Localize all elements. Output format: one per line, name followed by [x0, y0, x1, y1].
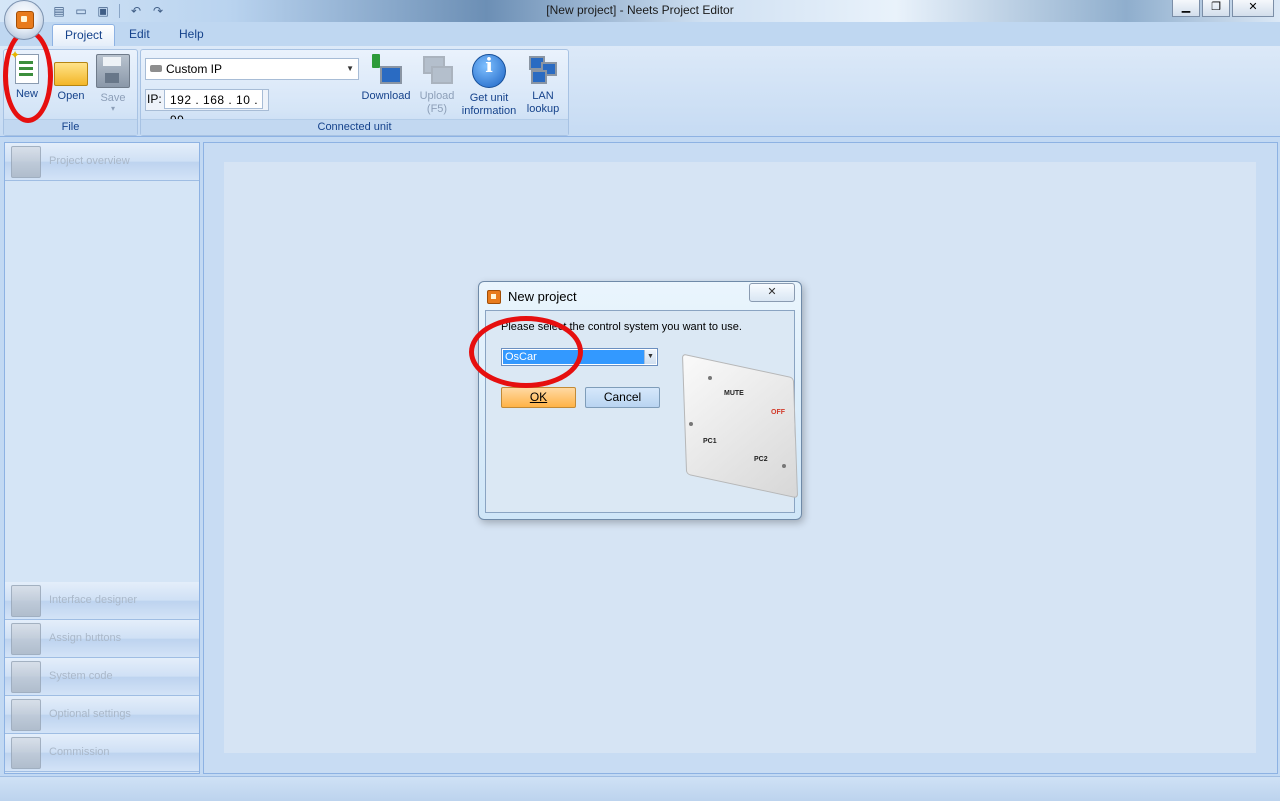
nav-interface-designer[interactable]: Interface designer	[5, 582, 199, 620]
save-button[interactable]: Save ▾	[96, 54, 130, 113]
annotation-circle-system	[469, 316, 583, 388]
tab-project[interactable]: Project	[52, 24, 116, 47]
navigation-panel: Project overview Interface designer Assi…	[4, 142, 200, 774]
nav-project-overview[interactable]: Project overview	[5, 143, 199, 181]
nav-commission[interactable]: Commission	[5, 734, 199, 772]
window-controls: ▁ ❐ ✕	[1172, 0, 1274, 17]
cancel-button[interactable]: Cancel	[585, 387, 660, 408]
upload-shortcut: (F5)	[426, 103, 448, 115]
download-button[interactable]: Download	[359, 54, 413, 103]
tab-edit[interactable]: Edit	[117, 24, 162, 44]
restore-button[interactable]: ❐	[1202, 0, 1230, 17]
connected-unit-label: Connected unit	[141, 119, 568, 135]
optional-settings-icon	[11, 699, 41, 731]
assign-buttons-icon	[11, 623, 41, 655]
status-bar	[0, 776, 1280, 801]
dialog-close-button[interactable]: ✕	[749, 283, 795, 302]
nav-assign-buttons[interactable]: Assign buttons	[5, 620, 199, 658]
info-label-1: Get unit	[469, 92, 509, 104]
download-label: Download	[361, 90, 411, 102]
tab-help[interactable]: Help	[167, 24, 216, 44]
annotation-circle-new	[3, 29, 53, 123]
window-title: [New project] - Neets Project Editor	[546, 3, 734, 17]
chevron-down-icon: ▼	[346, 64, 354, 73]
upload-label: Upload	[419, 90, 455, 102]
device-pc2-label: PC2	[754, 456, 768, 463]
nav-optional-settings[interactable]: Optional settings	[5, 696, 199, 734]
unit-select-value: Custom IP	[166, 62, 223, 76]
neets-logo-icon	[487, 290, 501, 304]
nav-label: Project overview	[49, 155, 130, 167]
device-mute-label: MUTE	[724, 390, 744, 397]
interface-designer-icon	[11, 585, 41, 617]
nav-label: Interface designer	[49, 594, 138, 606]
application-menu-button[interactable]	[4, 0, 44, 40]
minimize-button[interactable]: ▁	[1172, 0, 1200, 17]
info-icon	[472, 54, 506, 88]
ribbon-tabs: Project Edit Help	[0, 22, 1280, 47]
get-unit-information-button[interactable]: Get unit information	[461, 54, 517, 118]
save-disk-icon	[96, 54, 130, 88]
lan-label-1: LAN	[532, 90, 554, 102]
nav-label: Optional settings	[49, 708, 131, 720]
ok-button[interactable]: OK	[501, 387, 576, 408]
info-label-2: information	[461, 105, 517, 117]
dialog-title: New project	[508, 289, 577, 304]
ip-label: IP:	[147, 92, 162, 106]
lan-lookup-icon	[527, 54, 559, 86]
unit-select[interactable]: Custom IP ▼	[145, 58, 359, 80]
ip-address-input[interactable]: 192 . 168 . 10 . 99	[164, 89, 263, 127]
nav-label: Assign buttons	[49, 632, 122, 644]
system-code-icon	[11, 661, 41, 693]
lan-lookup-button[interactable]: LAN lookup	[523, 54, 563, 116]
save-dropdown-icon: ▾	[110, 104, 115, 113]
plug-icon	[150, 65, 162, 72]
lan-label-2: lookup	[526, 103, 560, 115]
upload-icon	[421, 54, 453, 86]
oscar-device-image: MUTE OFF PC1 PC2	[674, 353, 799, 499]
project-overview-icon	[11, 146, 41, 178]
ribbon: New Open Save ▾ File Custom IP ▼ IP: 192…	[0, 46, 1280, 137]
open-button[interactable]: Open	[52, 54, 90, 103]
connected-unit-group: Custom IP ▼ IP: 192 . 168 . 10 . 99 Down…	[140, 49, 569, 136]
commission-icon	[11, 737, 41, 769]
title-bar: ▤ ▭ ▣ ↶ ↷ [New project] - Neets Project …	[0, 0, 1280, 22]
open-label: Open	[57, 90, 85, 102]
nav-label: Commission	[49, 746, 110, 758]
nav-label: System code	[49, 670, 113, 682]
device-off-label: OFF	[771, 409, 785, 416]
neets-logo-icon	[16, 11, 34, 29]
download-icon	[370, 54, 402, 86]
device-pc1-label: PC1	[703, 438, 717, 445]
close-window-button[interactable]: ✕	[1232, 0, 1274, 17]
upload-button[interactable]: Upload (F5)	[417, 54, 457, 116]
chevron-down-icon[interactable]: ▼	[644, 350, 656, 364]
open-folder-icon	[54, 62, 88, 86]
nav-system-code[interactable]: System code	[5, 658, 199, 696]
